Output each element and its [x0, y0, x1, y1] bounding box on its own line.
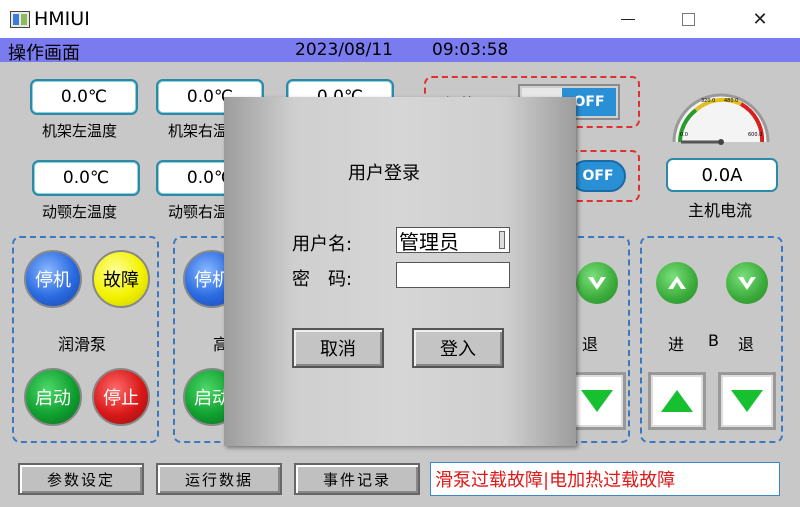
username-input[interactable]: 管理员 — [396, 227, 510, 254]
header-date: 2023/08/11 — [295, 40, 393, 60]
motor-a-back-label: 退 — [582, 335, 599, 354]
event-log-button[interactable]: 事件记录 — [294, 463, 420, 495]
header-time: 09:03:58 — [432, 40, 509, 60]
arrow-down-icon — [738, 277, 756, 290]
temp-rack-left-label: 机架左温度 — [42, 122, 118, 140]
gauge-tick: 0.0 — [680, 132, 688, 138]
password-label: 密 码: — [292, 269, 353, 290]
arrow-down-icon — [581, 390, 613, 412]
maximize-icon — [681, 12, 695, 26]
gauge-tick: 600.0 — [748, 132, 762, 138]
running-data-button[interactable]: 运行数据 — [156, 463, 282, 495]
motor-b-forward-button[interactable] — [648, 372, 706, 430]
lube-pump-panel: 停机 故障 润滑泵 启动 停止 — [12, 236, 159, 443]
motor-a-back-indicator — [576, 262, 618, 304]
arrow-up-icon — [661, 390, 693, 412]
current-readout: 0.0A — [666, 158, 778, 192]
motor-b-forward-indicator — [656, 262, 698, 304]
temp-rack-left: 0.0℃ — [30, 79, 138, 115]
current-label: 主机电流 — [688, 201, 753, 220]
minimize-icon — [621, 18, 635, 20]
motor-b-panel: 进 B 退 — [640, 236, 783, 443]
lube-pump-start-button[interactable]: 启动 — [24, 368, 82, 426]
cancel-button[interactable]: 取消 — [292, 328, 384, 368]
lube-pump-label: 润滑泵 — [58, 335, 107, 354]
header-bar: 操作画面 2023/08/11 09:03:58 — [0, 38, 800, 64]
window-title: HMIUI — [34, 8, 90, 30]
password-input[interactable] — [396, 262, 510, 288]
arrow-down-icon — [588, 277, 606, 290]
motor-b-back-label: 退 — [738, 335, 755, 354]
username-label: 用户名: — [292, 234, 353, 255]
motor-a-back-button[interactable] — [568, 372, 626, 430]
close-icon: ✕ — [752, 8, 768, 30]
username-value: 管理员 — [399, 229, 459, 254]
lube-pump-stop-indicator[interactable]: 停机 — [24, 250, 82, 308]
lube-pump-fault-indicator[interactable]: 故障 — [92, 250, 150, 308]
temp-jaw-left: 0.0℃ — [32, 160, 140, 196]
motor-b-name: B — [708, 331, 719, 350]
maximize-button[interactable] — [658, 0, 718, 38]
gauge-tick: 320.0 — [701, 98, 715, 104]
close-button[interactable]: ✕ — [730, 0, 790, 38]
arrow-down-icon — [731, 390, 763, 412]
motor-b-back-indicator — [726, 262, 768, 304]
lube-pump-halt-button[interactable]: 停止 — [92, 368, 150, 426]
dropdown-icon[interactable] — [499, 231, 505, 249]
alarm-banner: 滑泵过载故障|电加热过载故障 — [430, 462, 780, 496]
minimize-button[interactable] — [598, 0, 658, 38]
login-button[interactable]: 登入 — [412, 328, 504, 368]
motor-b-back-button[interactable] — [718, 372, 776, 430]
title-bar: HMIUI ✕ — [0, 0, 800, 38]
login-title: 用户登录 — [348, 163, 420, 184]
gauge-hub — [718, 139, 724, 145]
arrow-up-icon — [668, 276, 686, 289]
login-dialog: 用户登录 用户名: 管理员 密 码: 取消 登入 — [224, 97, 576, 446]
params-button[interactable]: 参数设定 — [18, 463, 144, 495]
gauge-tick: 480.0 — [724, 98, 738, 104]
page-title: 操作画面 — [8, 43, 80, 64]
temp-jaw-left-label: 动颚左温度 — [42, 203, 118, 221]
current-gauge: 0.0 320.0 480.0 600.0 — [672, 93, 770, 145]
app-icon — [10, 11, 30, 28]
motor-b-forward-label: 进 — [668, 335, 685, 354]
heater-toggle[interactable]: OFF — [570, 160, 626, 192]
